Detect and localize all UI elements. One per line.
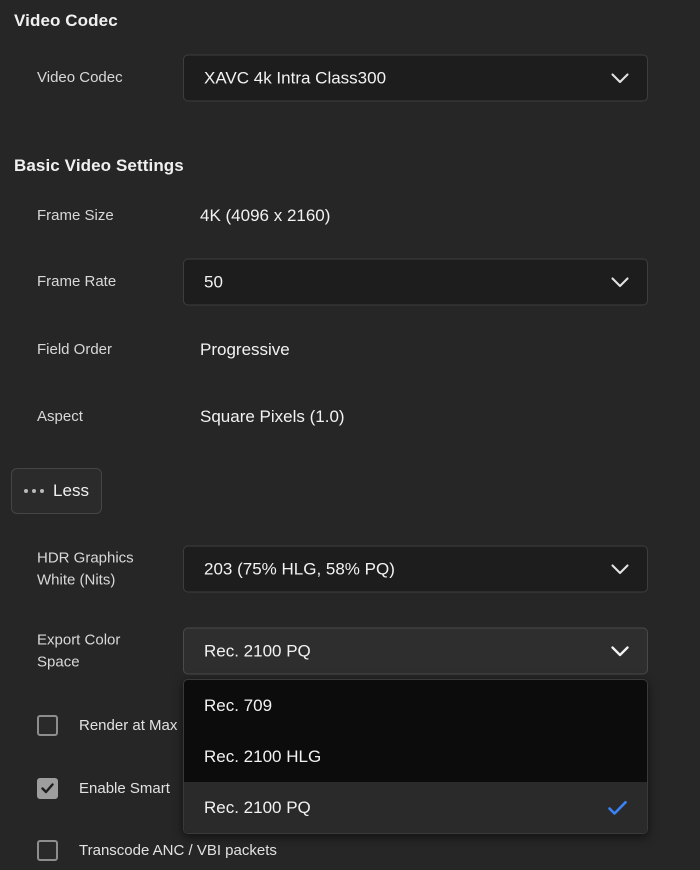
frame-rate-dropdown[interactable]: 50 (183, 258, 648, 306)
checkbox-label-enable-smart: Enable Smart (79, 779, 170, 797)
less-button-label: Less (53, 481, 89, 500)
label-aspect: Aspect (37, 408, 83, 426)
checkbox-render-at-max[interactable] (37, 714, 58, 736)
hdr-graphics-white-value: 203 (75% HLG, 58% PQ) (204, 559, 395, 578)
label-export-color-space: Export Color Space (37, 631, 121, 670)
hdr-graphics-white-dropdown[interactable]: 203 (75% HLG, 58% PQ) (183, 545, 648, 593)
row-video-codec: Video Codec XAVC 4k Intra Class300 (0, 54, 700, 102)
export-settings-panel: Video Codec Video Codec XAVC 4k Intra Cl… (0, 0, 700, 868)
checkbox-label-render-at-max: Render at Max (79, 716, 178, 734)
section-title-video-codec: Video Codec (14, 11, 118, 30)
frame-rate-value: 50 (204, 272, 223, 291)
export-color-space-dropdown-menu[interactable]: Rec. 709 Rec. 2100 HLG Rec. 2100 PQ (183, 679, 648, 834)
chevron-down-icon (611, 645, 629, 657)
checkmark-icon (608, 800, 627, 815)
label-frame-size: Frame Size (37, 207, 114, 225)
dropdown-option-label: Rec. 2100 PQ (204, 797, 311, 817)
value-frame-size: 4K (4096 x 2160) (200, 206, 331, 225)
checkbox-transcode-anc-vbi[interactable] (37, 839, 58, 861)
dropdown-option-rec-2100-pq[interactable]: Rec. 2100 PQ (184, 782, 647, 833)
dropdown-option-label: Rec. 709 (204, 695, 273, 715)
dropdown-option-rec-709[interactable]: Rec. 709 (184, 680, 647, 731)
video-codec-dropdown[interactable]: XAVC 4k Intra Class300 (183, 54, 648, 102)
value-aspect: Square Pixels (1.0) (200, 407, 345, 426)
row-export-color-space: Export Color Space Rec. 2100 PQ (0, 627, 700, 675)
chevron-down-icon (611, 276, 629, 288)
row-hdr-graphics-white: HDR Graphics White (Nits) 203 (75% HLG, … (0, 545, 700, 593)
dropdown-option-label: Rec. 2100 HLG (204, 746, 322, 766)
dropdown-option-rec-2100-hlg[interactable]: Rec. 2100 HLG (184, 731, 647, 782)
checkbox-label-transcode-anc-vbi: Transcode ANC / VBI packets (79, 841, 277, 859)
row-field-order: Field Order Progressive (0, 326, 700, 374)
section-title-basic-video-settings: Basic Video Settings (14, 156, 184, 175)
row-frame-rate: Frame Rate 50 (0, 258, 700, 306)
video-codec-value: XAVC 4k Intra Class300 (204, 68, 387, 87)
label-video-codec: Video Codec (37, 69, 123, 87)
chevron-down-icon (611, 563, 629, 575)
checkbox-row-transcode-anc-vbi[interactable]: Transcode ANC / VBI packets (0, 830, 700, 870)
row-aspect: Aspect Square Pixels (1.0) (0, 393, 700, 441)
less-button[interactable]: Less (11, 468, 102, 514)
label-frame-rate: Frame Rate (37, 273, 117, 291)
export-color-space-value: Rec. 2100 PQ (204, 641, 311, 660)
value-field-order: Progressive (200, 340, 290, 359)
row-frame-size: Frame Size 4K (4096 x 2160) (0, 192, 700, 240)
label-field-order: Field Order (37, 341, 113, 359)
ellipsis-icon (24, 489, 45, 493)
label-hdr-graphics-white: HDR Graphics White (Nits) (37, 549, 134, 588)
chevron-down-icon (611, 72, 629, 84)
checkbox-enable-smart[interactable] (37, 777, 58, 799)
export-color-space-dropdown[interactable]: Rec. 2100 PQ (183, 627, 648, 675)
